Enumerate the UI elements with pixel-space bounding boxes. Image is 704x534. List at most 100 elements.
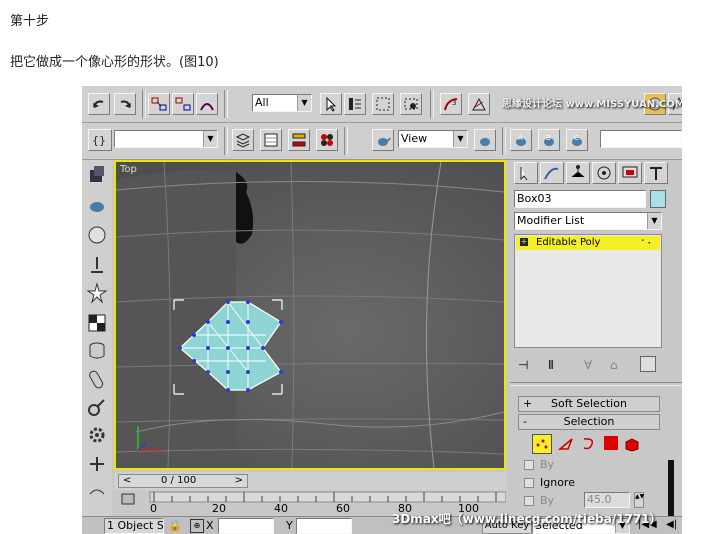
bind-space-warp-button[interactable] [196,93,218,115]
show-end-result-icon[interactable]: Ⅱ [548,358,554,372]
rollout-expand-sign: + [523,397,533,410]
separator [142,90,146,118]
named-selection-sets-button[interactable]: {} [88,129,112,151]
selection-filter-dropdown[interactable]: All ▼ [252,94,312,112]
create-teapot-button[interactable] [86,194,110,218]
angle-spinner[interactable]: 45.0 [584,492,630,508]
expand-icon[interactable]: + [520,238,528,246]
percent-snap-button[interactable] [468,93,490,115]
separator [502,127,506,155]
element-mode-button[interactable] [624,436,640,452]
soft-selection-rollout[interactable]: + Soft Selection [518,396,660,412]
create-light-button[interactable] [86,254,110,278]
reference-coordinate-dropdown[interactable]: View ▼ [398,130,468,148]
track-view-button[interactable] [260,129,282,151]
y-coordinate-field[interactable] [296,518,352,534]
make-unique-icon[interactable]: ∀ [584,358,592,372]
render-c-button[interactable]: C [566,129,588,151]
stack-item-editable-poly[interactable]: + Editable Poly ⠂⠄ [516,236,660,250]
named-selection-input[interactable]: ▼ [114,130,218,148]
selection-rollout[interactable]: - Selection [518,414,660,430]
by-vertex-checkbox[interactable] [524,460,534,470]
material-editor-button-2[interactable] [316,129,338,151]
create-sphere-button[interactable] [86,224,110,248]
vertex-icon [536,439,548,449]
object-name-field[interactable]: Box03 [514,190,646,208]
select-and-link-button[interactable] [148,93,170,115]
cylinder-icon [89,342,105,359]
tripod-button[interactable] [86,452,110,476]
rectangular-selection-button[interactable] [372,93,394,115]
create-box-button[interactable] [86,164,110,188]
modify-icon [544,167,559,180]
select-object-button[interactable] [320,93,342,115]
undo-button[interactable] [88,93,110,115]
chevron-down-icon: ▼ [647,213,661,229]
layers-button[interactable] [232,129,254,151]
tab-hierarchy[interactable] [566,162,590,184]
torus-knot-icon [88,399,105,416]
object-color-swatch[interactable] [650,190,666,208]
quick-render-button[interactable] [474,129,496,151]
create-helper-button[interactable] [86,282,110,306]
x-coordinate-field[interactable] [218,518,274,534]
lock-selection-icon[interactable]: 🔒 [168,519,182,532]
top-viewport[interactable]: Top [114,160,506,470]
window-crossing-button[interactable] [400,93,422,115]
border-icon [583,438,594,450]
panel-scrollbar[interactable] [668,460,674,520]
pin-stack-icon[interactable]: ⊣ [518,358,528,372]
sphere-icon [88,226,106,244]
previous-frame-icon[interactable]: ◀| [666,519,677,530]
bottom-watermark: 3Dmax吧（www.linecg.com/tieba/1771） [392,512,662,526]
polygon-mode-button[interactable] [604,436,618,450]
stack-button[interactable] [86,340,110,364]
selection-label: Selection [563,415,615,428]
vertex-mode-button[interactable] [532,434,552,454]
schematic-view-button[interactable] [288,129,310,151]
hammer-icon [650,167,662,180]
tab-create[interactable] [514,162,538,184]
tab-modify[interactable] [540,162,564,184]
remove-modifier-icon[interactable]: ⌂ [610,358,618,372]
modify-button[interactable] [86,312,110,336]
render-a-button[interactable]: A [510,129,532,151]
time-prev-icon[interactable]: < [123,475,131,487]
select-by-name-button[interactable] [344,93,366,115]
capsule-button[interactable] [86,368,110,392]
tab-utilities[interactable] [644,162,668,184]
tab-motion[interactable] [592,162,616,184]
tab-display[interactable] [618,162,642,184]
border-mode-button[interactable] [580,436,596,452]
walk-icon [89,489,105,495]
display-icon [622,166,638,178]
schematic-icon [292,133,306,147]
by-angle-checkbox[interactable] [524,496,534,506]
ignore-backfacing-checkbox[interactable] [524,478,534,488]
soft-selection-label: Soft Selection [551,397,627,410]
unlink-icon [175,97,191,111]
absolute-mode-icon[interactable]: ⊕ [190,519,204,533]
viewport-label[interactable]: Top [120,164,137,175]
torus-knot-button[interactable] [86,396,110,420]
braces-icon: {} [92,134,106,147]
modifier-list-dropdown[interactable]: Modifier List ▼ [514,212,662,230]
gear-button[interactable] [86,424,110,448]
unlink-button[interactable] [172,93,194,115]
time-slider[interactable]: < 0 / 100 > [118,474,248,488]
time-next-icon[interactable]: > [235,475,243,487]
render-b-button[interactable]: B [538,129,560,151]
redo-button[interactable] [114,93,136,115]
modifier-stack: + Editable Poly ⠂⠄ [514,234,662,348]
render-type-field[interactable] [600,130,682,148]
motion-icon [597,166,611,180]
spinner-arrows-icon[interactable]: ▲▼ [634,492,644,508]
edge-mode-button[interactable] [557,436,574,452]
stack-item-label: Editable Poly [536,237,601,248]
redo-icon [120,100,131,108]
render-scene-button[interactable] [372,129,394,151]
angle-snap-button[interactable]: 3 [440,93,462,115]
rect-selection-icon [376,97,390,111]
walkthrough-button[interactable] [86,480,110,504]
configure-sets-icon[interactable] [640,356,656,372]
